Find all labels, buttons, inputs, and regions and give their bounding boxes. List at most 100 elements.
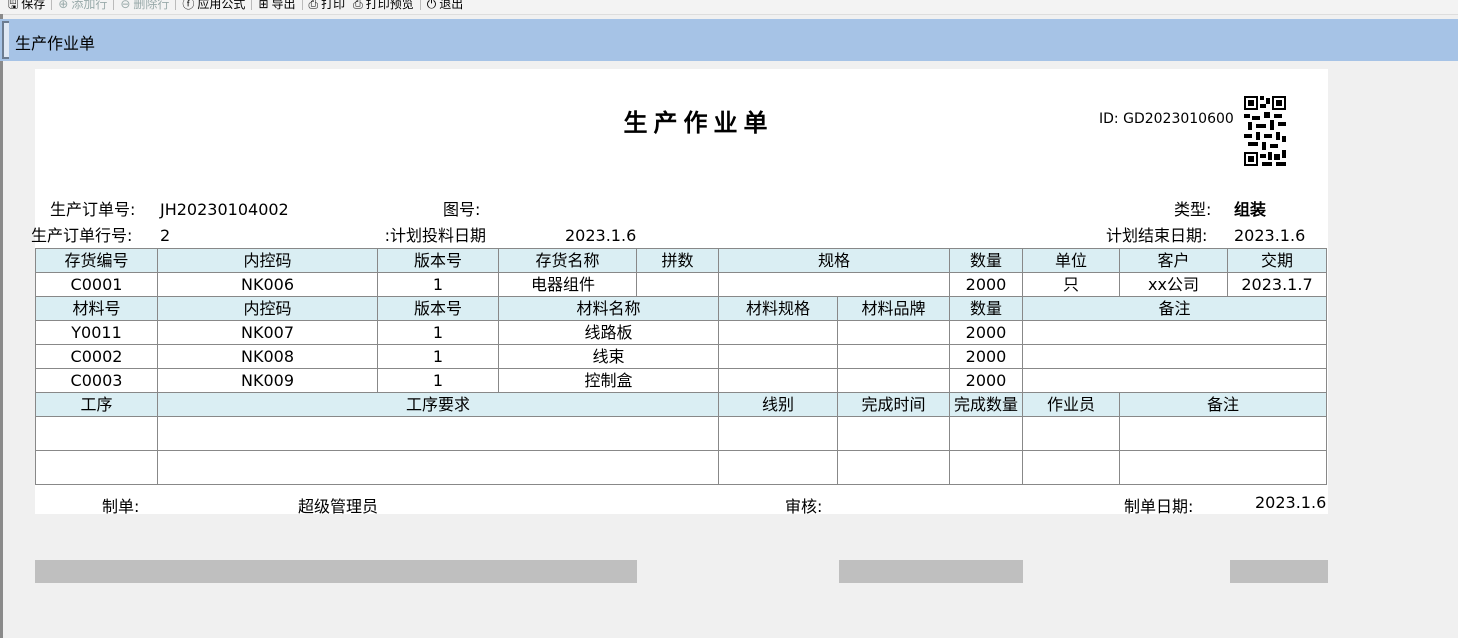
table-cell[interactable] <box>837 344 950 369</box>
export-button[interactable]: ⊞ 导出 <box>254 0 299 12</box>
tab-title[interactable]: 生产作业单 <box>15 30 95 54</box>
toolbar-separator <box>113 0 115 10</box>
delete-row-button[interactable]: ⊖ 删除行 <box>116 0 173 12</box>
table-cell[interactable] <box>1022 450 1120 485</box>
table-cell[interactable]: 2000 <box>949 368 1023 393</box>
table-cell[interactable] <box>1022 344 1327 369</box>
col-header: 交期 <box>1227 248 1327 273</box>
table-cell[interactable]: NK009 <box>157 368 378 393</box>
product-header-row: 存货编号 内控码 版本号 存货名称 拼数 规格 数量 单位 客户 交期 <box>35 248 1327 273</box>
export-icon: ⊞ <box>258 0 269 11</box>
table-cell[interactable]: 线束 <box>498 344 719 369</box>
table-cell[interactable] <box>1022 320 1327 345</box>
plan-start-value: 2023.1.6 <box>565 226 637 245</box>
col-header: 工序要求 <box>157 392 719 417</box>
table-cell[interactable]: 只 <box>1022 272 1120 297</box>
tab-bar: 生产作业单 <box>0 19 1458 61</box>
table-cell[interactable] <box>35 450 158 485</box>
table-cell[interactable] <box>718 450 838 485</box>
table-cell[interactable] <box>636 272 719 297</box>
order-no-label: 生产订单号: <box>50 200 136 219</box>
col-header: 数量 <box>949 248 1023 273</box>
save-button[interactable]: 🖫 保存 <box>4 0 49 12</box>
col-header: 备注 <box>1119 392 1327 417</box>
type-value: 组装 <box>1234 200 1267 219</box>
plan-start-label: 计划投料日期: <box>384 226 486 245</box>
apply-formula-button[interactable]: ⓕ 应用公式 <box>178 0 249 12</box>
product-row: C0001 NK006 1 电器组件 2000 只 xx公司 2023.1.7 <box>35 272 1327 297</box>
table-cell[interactable] <box>837 450 950 485</box>
toolbar-separator <box>419 0 421 10</box>
toolbar-separator <box>301 0 303 10</box>
table-cell[interactable] <box>1119 450 1327 485</box>
table-cell[interactable]: NK008 <box>157 344 378 369</box>
work-order-table: 存货编号 内控码 版本号 存货名称 拼数 规格 数量 单位 客户 交期 C000… <box>35 248 1327 485</box>
save-icon: 🖫 <box>8 0 19 11</box>
table-cell[interactable] <box>837 368 950 393</box>
table-cell[interactable]: 电器组件 <box>498 272 637 297</box>
table-cell[interactable]: C0001 <box>35 272 158 297</box>
col-header: 拼数 <box>636 248 719 273</box>
table-cell[interactable] <box>718 320 838 345</box>
order-no-value: JH20230104002 <box>160 200 289 219</box>
table-cell[interactable]: 1 <box>377 320 499 345</box>
toolbar-separator <box>175 0 177 10</box>
table-cell[interactable]: 1 <box>377 272 499 297</box>
table-cell[interactable]: 2023.1.7 <box>1227 272 1327 297</box>
table-cell[interactable]: 2000 <box>949 272 1023 297</box>
table-cell[interactable]: 控制盒 <box>498 368 719 393</box>
table-cell[interactable] <box>1119 416 1327 451</box>
placeholder-bar <box>35 560 637 583</box>
print-preview-icon: ⎙ <box>353 0 363 11</box>
table-cell[interactable] <box>949 416 1023 451</box>
document-id: ID: GD2023010600 <box>1099 111 1234 127</box>
order-line-label: 生产订单行号: <box>31 226 133 245</box>
table-cell[interactable]: C0003 <box>35 368 158 393</box>
plan-end-label: 计划结束日期: <box>1106 226 1208 245</box>
table-cell[interactable]: C0002 <box>35 344 158 369</box>
table-cell[interactable]: 2000 <box>949 344 1023 369</box>
print-button[interactable]: ⎙ 打印 <box>305 0 350 12</box>
add-row-button[interactable]: ⊕ 添加行 <box>54 0 111 12</box>
table-cell[interactable] <box>157 416 719 451</box>
table-cell[interactable] <box>718 416 838 451</box>
table-cell[interactable]: NK007 <box>157 320 378 345</box>
maker-value: 超级管理员 <box>298 497 379 516</box>
toolbar: 🖫 保存 ⊕ 添加行 ⊖ 删除行 ⓕ 应用公式 ⊞ 导出 ⎙ 打印 ⎙ 打印预览 ⏻ 退出 <box>0 0 1458 15</box>
plan-end-value: 2023.1.6 <box>1234 226 1306 245</box>
exit-button[interactable]: ⏻ 退出 <box>423 0 468 12</box>
make-date-value: 2023.1.6 <box>1255 493 1327 512</box>
table-cell[interactable] <box>718 344 838 369</box>
table-cell[interactable] <box>718 368 838 393</box>
col-header: 单位 <box>1022 248 1120 273</box>
col-header: 客户 <box>1119 248 1228 273</box>
col-header: 材料规格 <box>718 296 838 321</box>
table-cell[interactable] <box>1022 368 1327 393</box>
table-cell[interactable] <box>949 450 1023 485</box>
table-cell[interactable] <box>1022 416 1120 451</box>
col-header: 版本号 <box>377 248 499 273</box>
print-preview-button[interactable]: ⎙ 打印预览 <box>349 0 418 12</box>
table-cell[interactable]: 线路板 <box>498 320 719 345</box>
table-cell[interactable] <box>837 320 950 345</box>
col-header: 完成数量 <box>949 392 1023 417</box>
table-cell[interactable] <box>35 416 158 451</box>
process-row <box>35 450 1327 485</box>
table-cell[interactable]: 2000 <box>949 320 1023 345</box>
table-cell[interactable] <box>157 450 719 485</box>
table-cell[interactable] <box>718 272 950 297</box>
table-cell[interactable] <box>837 416 950 451</box>
tab-indicator[interactable] <box>2 21 9 59</box>
material-row: C0003 NK009 1 控制盒 2000 <box>35 368 1327 393</box>
toolbar-separator <box>251 0 253 10</box>
col-header: 存货名称 <box>498 248 637 273</box>
qr-code-icon <box>1244 96 1286 166</box>
drawing-no-label: 图号: <box>443 200 481 219</box>
table-cell[interactable]: Y0011 <box>35 320 158 345</box>
table-cell[interactable]: NK006 <box>157 272 378 297</box>
table-cell[interactable]: xx公司 <box>1119 272 1228 297</box>
col-header: 材料号 <box>35 296 158 321</box>
table-cell[interactable]: 1 <box>377 344 499 369</box>
col-header: 数量 <box>949 296 1023 321</box>
table-cell[interactable]: 1 <box>377 368 499 393</box>
